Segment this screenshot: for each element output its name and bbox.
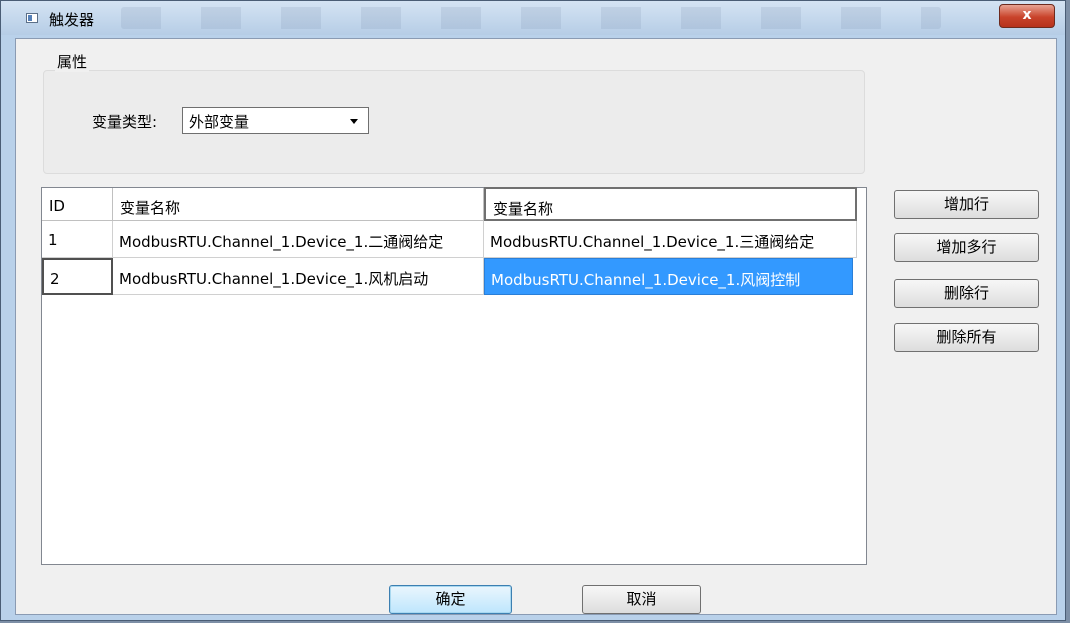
var-type-label: 变量类型:	[92, 113, 158, 131]
table-cell-id[interactable]: 2	[42, 258, 113, 295]
table-cell-var-name-2[interactable]: ModbusRTU.Channel_1.Device_1.三通阀给定	[484, 221, 857, 258]
dialog-client-area: 属性 变量类型: 外部变量 ID 变量名称 变量名称 1 ModbusRTU.C…	[15, 38, 1057, 615]
table-cell-id[interactable]: 1	[42, 221, 113, 258]
add-row-button[interactable]: 增加行	[894, 190, 1039, 219]
delete-all-button[interactable]: 删除所有	[894, 323, 1039, 352]
table-cell-var-name-2-selected[interactable]: ModbusRTU.Channel_1.Device_1.风阀控制	[484, 258, 853, 295]
variable-table[interactable]: ID 变量名称 变量名称 1 ModbusRTU.Channel_1.Devic…	[41, 187, 867, 565]
delete-row-button[interactable]: 删除行	[894, 279, 1039, 308]
table-cell-var-name-1[interactable]: ModbusRTU.Channel_1.Device_1.二通阀给定	[113, 221, 484, 258]
chevron-down-icon[interactable]	[350, 119, 358, 124]
add-multiple-rows-button[interactable]: 增加多行	[894, 233, 1039, 262]
window-icon	[26, 13, 38, 23]
var-type-select[interactable]: 外部变量	[182, 107, 369, 134]
dialog-window: 触发器 x 属性 变量类型: 外部变量 ID 变量名称 变量名称 1 Modbu…	[0, 0, 1066, 621]
title-bar-background	[121, 7, 941, 29]
ok-button[interactable]: 确定	[389, 585, 512, 614]
properties-group	[43, 70, 865, 174]
properties-group-title: 属性	[55, 51, 90, 72]
column-header-id[interactable]: ID	[42, 188, 113, 221]
title-bar[interactable]: 触发器 x	[1, 1, 1065, 35]
window-title: 触发器	[49, 11, 95, 29]
column-header-var-name-1[interactable]: 变量名称	[113, 188, 484, 221]
cancel-button[interactable]: 取消	[582, 585, 701, 614]
column-header-var-name-2[interactable]: 变量名称	[484, 187, 857, 221]
close-button[interactable]: x	[999, 4, 1055, 28]
table-cell-var-name-1[interactable]: ModbusRTU.Channel_1.Device_1.风机启动	[113, 258, 484, 295]
var-type-select-value: 外部变量	[189, 113, 250, 131]
